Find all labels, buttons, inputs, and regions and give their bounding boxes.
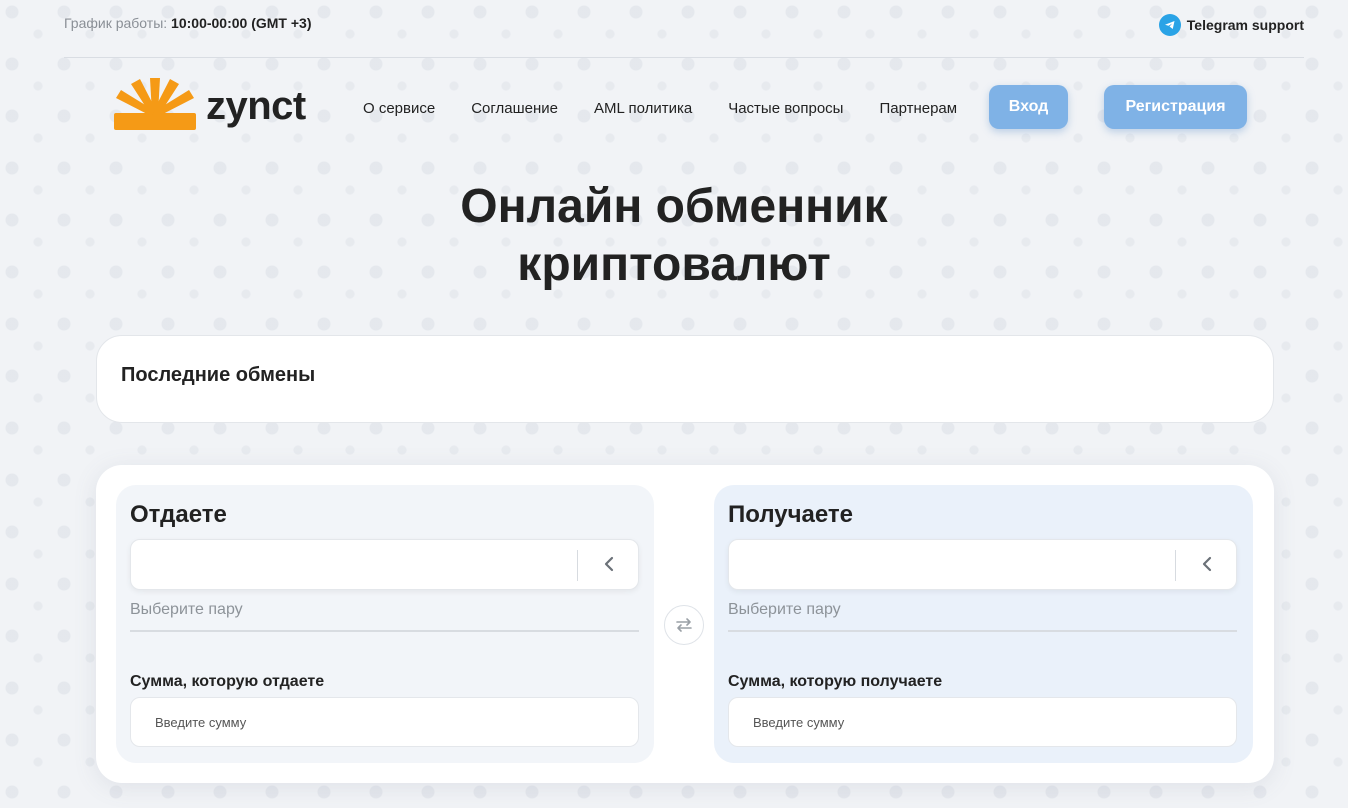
nav-aml-policy[interactable]: AML политика <box>594 100 692 117</box>
give-amount-input[interactable] <box>130 697 639 747</box>
nav-agreement[interactable]: Соглашение <box>471 100 558 117</box>
recent-exchanges-card: Последние обмены <box>96 335 1274 423</box>
receive-title: Получаете <box>728 501 854 528</box>
exchange-form: Отдаете Выберите пару Сумма, которую отд… <box>96 465 1274 783</box>
give-title: Отдаете <box>130 501 227 528</box>
schedule-label: График работы: <box>64 15 168 31</box>
swap-button[interactable] <box>664 605 704 645</box>
chevron-left-icon <box>604 556 614 572</box>
receive-panel: Получаете Выберите пару Сумма, которую п… <box>714 485 1253 763</box>
telegram-icon <box>1158 14 1181 36</box>
logo-burst-icon <box>114 78 196 130</box>
telegram-support-label: Telegram support <box>1186 17 1304 33</box>
receive-pair-hint: Выберите пару <box>728 601 841 618</box>
swap-arrows-icon <box>676 618 692 632</box>
telegram-support-link[interactable]: Telegram support <box>1158 14 1304 36</box>
register-button[interactable]: Регистрация <box>1104 85 1247 129</box>
nav-faq[interactable]: Частые вопросы <box>728 100 843 117</box>
give-amount-label: Сумма, которую отдаете <box>130 673 325 690</box>
receive-currency-select[interactable] <box>728 539 1237 590</box>
give-panel: Отдаете Выберите пару Сумма, которую отд… <box>116 485 654 763</box>
schedule-value: 10:00-00:00 (GMT +3) <box>171 15 312 31</box>
page-title-line-1: Онлайн обменник <box>460 180 888 233</box>
page-title-line-2: криптовалют <box>517 238 831 291</box>
logo-text: zynct <box>206 84 306 128</box>
nav-about[interactable]: О сервисе <box>363 100 435 117</box>
page-title: Онлайн обменник криптовалют <box>0 178 1348 294</box>
main-header: zynct О сервисе Соглашение AML политика … <box>114 76 1248 136</box>
main-nav: О сервисе Соглашение AML политика Частые… <box>363 100 993 117</box>
give-pair-hint: Выберите пару <box>130 601 243 618</box>
select-divider <box>577 550 578 581</box>
nav-partners[interactable]: Партнерам <box>879 100 957 117</box>
select-divider <box>1175 550 1176 581</box>
logo[interactable]: zynct <box>114 76 306 132</box>
login-button[interactable]: Вход <box>989 85 1068 129</box>
receive-pair-underline <box>728 630 1237 632</box>
receive-amount-label: Сумма, которую получаете <box>728 673 943 690</box>
receive-amount-input[interactable] <box>728 697 1237 747</box>
work-schedule: График работы: 10:00-00:00 (GMT +3) <box>64 15 312 31</box>
top-info-bar: График работы: 10:00-00:00 (GMT +3) Tele… <box>64 0 1304 58</box>
recent-exchanges-title: Последние обмены <box>121 364 316 386</box>
chevron-left-icon <box>1202 556 1212 572</box>
give-currency-select[interactable] <box>130 539 639 590</box>
give-pair-underline <box>130 630 639 632</box>
